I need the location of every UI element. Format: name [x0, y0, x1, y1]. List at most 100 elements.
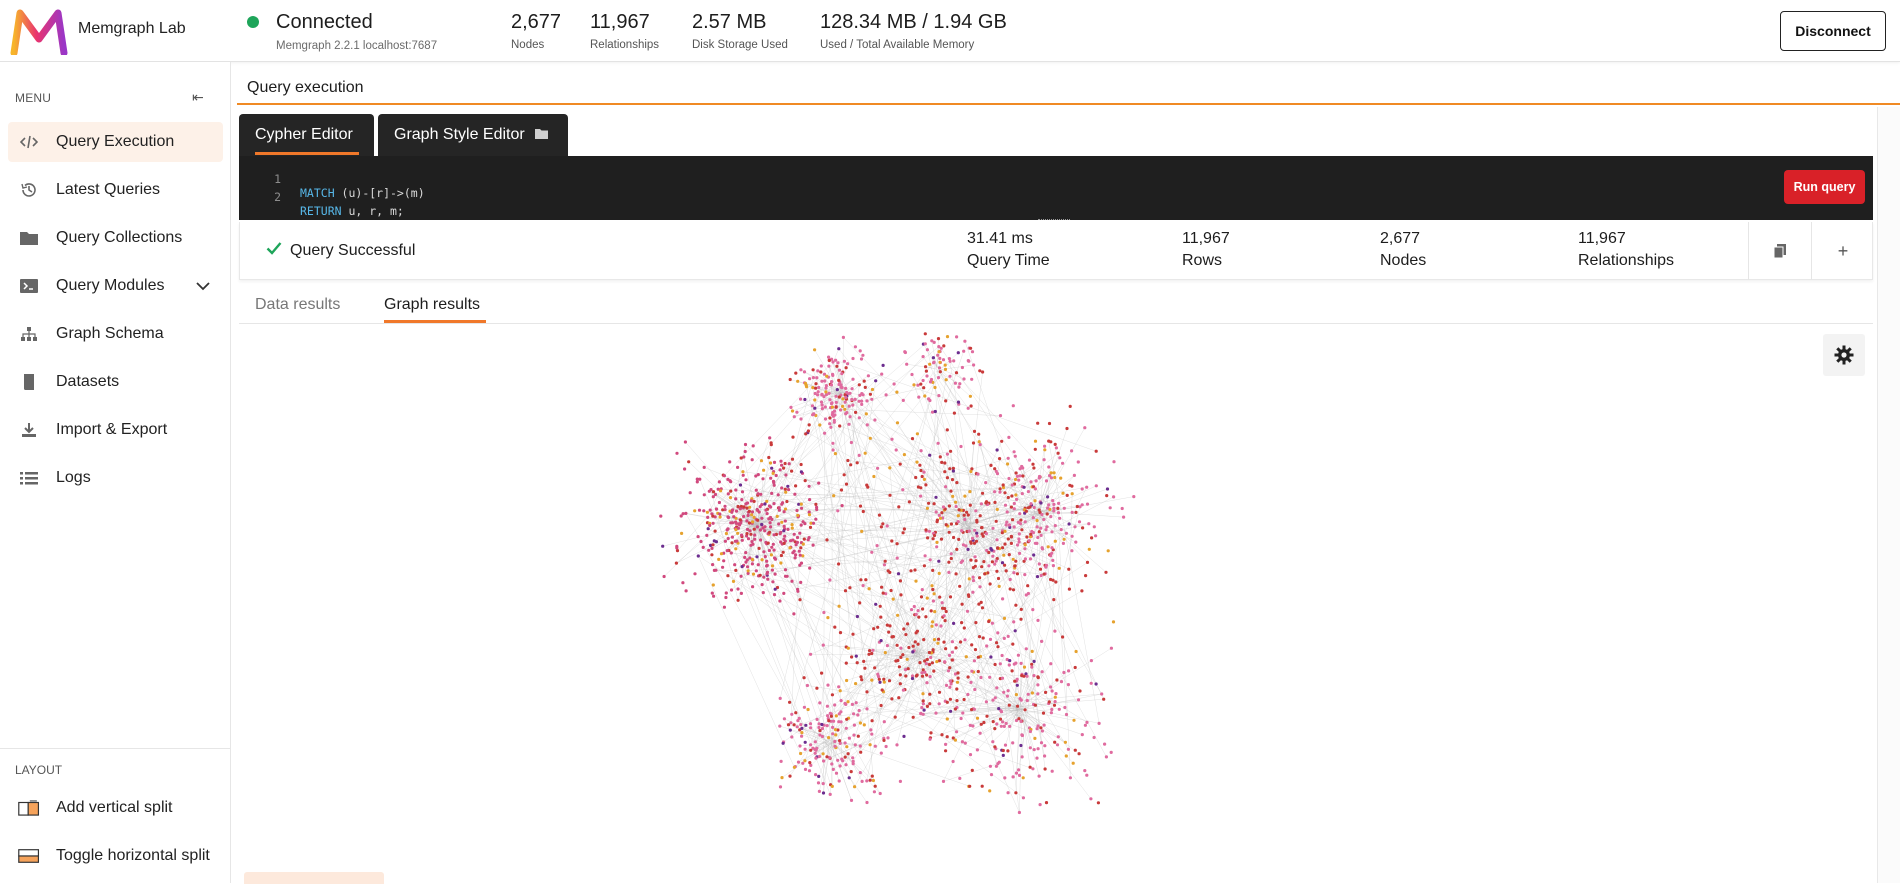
graph-node	[1019, 720, 1022, 723]
disconnect-button[interactable]: Disconnect	[1780, 11, 1886, 51]
graph-node	[757, 563, 760, 566]
graph-node	[788, 701, 791, 704]
code-keyword: RETURN	[300, 204, 342, 218]
graph-node	[979, 443, 982, 446]
graph-node	[1093, 736, 1096, 739]
graph-node	[800, 735, 803, 738]
add-query-button[interactable]: +	[1812, 222, 1874, 280]
graph-node	[932, 361, 935, 364]
graph-node	[661, 545, 664, 548]
sidebar-item-query-modules[interactable]: Query Modules	[8, 266, 223, 306]
graph-node	[825, 755, 828, 758]
graph-node	[1036, 692, 1039, 695]
collapse-sidebar-icon[interactable]: ⇤	[192, 89, 204, 106]
graph-node	[718, 512, 721, 515]
graph-node	[1002, 749, 1005, 752]
graph-node	[1074, 666, 1077, 669]
graph-node	[970, 404, 973, 407]
graph-node	[751, 520, 754, 523]
graph-node	[866, 486, 869, 489]
graph-node	[794, 372, 797, 375]
graph-node	[869, 743, 872, 746]
graph-node	[1012, 404, 1015, 407]
graph-node	[924, 554, 927, 557]
graph-node	[1033, 748, 1036, 751]
graph-node	[988, 676, 991, 679]
sidebar-item-import-export[interactable]: Import & Export	[8, 410, 223, 450]
graph-node	[798, 744, 801, 747]
graph-node	[741, 539, 744, 542]
graph-node	[826, 705, 829, 708]
graph-node	[884, 651, 887, 654]
sidebar-item-query-collections[interactable]: Query Collections	[8, 218, 223, 258]
graph-node	[923, 709, 926, 712]
graph-node	[756, 525, 759, 528]
graph-node	[1008, 704, 1011, 707]
tab-data-results[interactable]: Data results	[255, 296, 340, 314]
sidebar-item-query-execution[interactable]: Query Execution	[8, 122, 223, 162]
sidebar-item-graph-schema[interactable]: Graph Schema	[8, 314, 223, 354]
graph-node	[883, 681, 886, 684]
graph-node	[780, 464, 783, 467]
graph-node	[1103, 743, 1106, 746]
graph-settings-button[interactable]	[1823, 334, 1865, 376]
tab-graph-style-editor[interactable]: Graph Style Editor	[378, 114, 568, 156]
add-vertical-split-button[interactable]: Add vertical split	[8, 788, 223, 828]
graph-node	[1017, 654, 1020, 657]
graph-node	[902, 531, 905, 534]
graph-node	[880, 752, 883, 755]
graph-node	[995, 722, 998, 725]
graph-node	[1090, 682, 1093, 685]
graph-node	[995, 520, 998, 523]
split-edge-panel[interactable]	[1877, 107, 1900, 883]
graph-node	[867, 374, 870, 377]
graph-node	[913, 605, 916, 608]
graph-node	[1032, 553, 1035, 556]
graph-legend-tab[interactable]	[244, 872, 384, 884]
graph-node	[854, 345, 857, 348]
graph-node	[996, 472, 999, 475]
graph-node	[897, 696, 900, 699]
graph-node	[853, 785, 856, 788]
graph-node	[822, 611, 825, 614]
graph-node	[880, 525, 883, 528]
graph-node	[981, 785, 984, 788]
graph-node	[783, 525, 786, 528]
graph-node	[993, 467, 996, 470]
tab-graph-results[interactable]: Graph results	[384, 296, 480, 314]
sidebar-item-logs[interactable]: Logs	[8, 458, 223, 498]
graph-node	[740, 534, 743, 537]
copy-results-button[interactable]	[1749, 222, 1811, 280]
graph-node	[1121, 507, 1124, 510]
graph-node	[869, 393, 872, 396]
graph-node	[1039, 726, 1042, 729]
cypher-editor[interactable]: 1 MATCH (u)-[r]->(m) 2 RETURN u, r, m; R…	[239, 156, 1873, 220]
graph-node	[758, 547, 761, 550]
graph-node	[843, 702, 846, 705]
toggle-horizontal-split-button[interactable]: Toggle horizontal split	[8, 836, 223, 876]
graph-node	[1002, 483, 1005, 486]
graph-node	[748, 506, 751, 509]
graph-node	[980, 565, 983, 568]
graph-node	[985, 715, 988, 718]
graph-node	[1089, 797, 1092, 800]
graph-node	[721, 566, 724, 569]
graph-node	[856, 461, 859, 464]
graph-node	[955, 548, 958, 551]
sidebar-item-datasets[interactable]: Datasets	[8, 362, 223, 402]
graph-node	[918, 464, 921, 467]
folder-open-icon[interactable]	[534, 127, 550, 146]
run-query-button[interactable]: Run query	[1784, 170, 1865, 204]
tab-cypher-editor[interactable]: Cypher Editor	[239, 114, 374, 156]
chevron-down-icon[interactable]	[196, 278, 210, 294]
graph-node	[949, 450, 952, 453]
graph-node	[897, 572, 900, 575]
graph-node	[778, 725, 781, 728]
graph-node	[808, 485, 811, 488]
graph-node	[995, 559, 998, 562]
sidebar-item-latest-queries[interactable]: Latest Queries	[8, 170, 223, 210]
graph-node	[851, 387, 854, 390]
graph-node	[1078, 520, 1081, 523]
graph-visualization[interactable]	[239, 324, 1873, 883]
graph-node	[769, 477, 772, 480]
